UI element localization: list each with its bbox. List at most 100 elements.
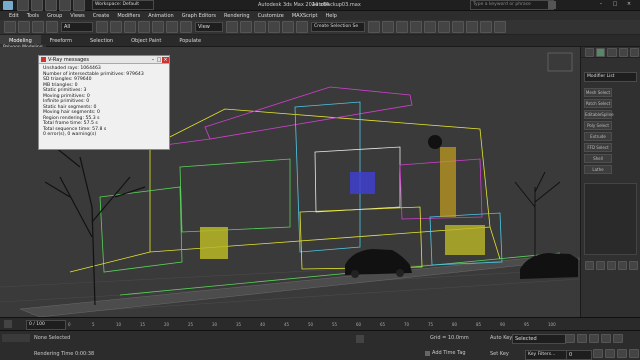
menu-item-animation[interactable]: Animation (144, 13, 178, 19)
lock-selection-icon[interactable] (356, 335, 364, 343)
orbit-icon[interactable] (605, 349, 615, 358)
add-time-tag[interactable]: Add Time Tag (425, 350, 466, 356)
angle-snap-icon[interactable] (254, 21, 266, 33)
workspace-dropdown[interactable]: Workspace: Default (92, 0, 154, 10)
unlink-icon[interactable] (46, 21, 58, 33)
open-file-icon[interactable] (31, 0, 43, 11)
scale-icon[interactable] (180, 21, 192, 33)
app-logo-icon[interactable] (3, 0, 13, 10)
redo-icon[interactable] (73, 0, 85, 11)
select-object-icon[interactable] (96, 21, 108, 33)
percent-snap-icon[interactable] (268, 21, 280, 33)
menu-item-group[interactable]: Group (43, 13, 66, 19)
menu-item-views[interactable]: Views (66, 13, 88, 19)
modifier-button-extrude[interactable]: Extrude (584, 132, 612, 141)
zoom-icon[interactable] (593, 349, 603, 358)
link-icon[interactable] (32, 21, 44, 33)
spinner-snap-icon[interactable] (282, 21, 294, 33)
search-icon[interactable] (548, 1, 556, 9)
show-end-result-icon[interactable] (596, 261, 605, 270)
material-editor-icon[interactable] (452, 21, 464, 33)
window-crossing-icon[interactable] (138, 21, 150, 33)
mirror-icon[interactable] (368, 21, 380, 33)
hierarchy-tab-icon[interactable] (607, 47, 617, 57)
modifier-button-lathe[interactable]: Lathe (584, 165, 612, 174)
current-frame-field[interactable]: 0 (566, 350, 592, 360)
modifier-button-patch-select[interactable]: Patch Select (584, 99, 612, 108)
rendered-frame-window-icon[interactable] (480, 21, 492, 33)
timeline[interactable]: 0 / 100 0 5 10 15 20 25 30 35 40 45 50 55 60 65 70 75 80… (0, 317, 640, 330)
save-file-icon[interactable] (45, 0, 57, 11)
align-icon[interactable] (382, 21, 394, 33)
schematic-view-icon[interactable] (438, 21, 450, 33)
selected-dropdown[interactable]: Selected (512, 334, 566, 344)
reference-coord-dropdown[interactable]: View (195, 22, 223, 32)
render-production-icon[interactable] (494, 21, 506, 33)
snap-icon[interactable] (240, 21, 252, 33)
modifier-button-poly-select[interactable]: Poly Select (584, 121, 612, 130)
pin-stack-icon[interactable] (585, 261, 594, 270)
named-selection-dropdown[interactable]: Create Selection Se (311, 22, 365, 32)
redo-icon[interactable] (18, 21, 30, 33)
make-unique-icon[interactable] (607, 261, 616, 270)
pivot-icon[interactable] (226, 21, 238, 33)
vray-messages-window[interactable]: V-Ray messages – □ × Unshaded rays: 1064… (38, 55, 170, 150)
menu-item-tools[interactable]: Tools (23, 13, 43, 19)
go-to-end-icon[interactable] (613, 334, 623, 343)
previous-frame-icon[interactable] (577, 334, 587, 343)
motion-tab-icon[interactable] (618, 47, 628, 57)
next-frame-icon[interactable] (601, 334, 611, 343)
display-tab-icon[interactable] (629, 47, 640, 57)
minimize-icon[interactable]: – (595, 1, 607, 9)
modifier-button-mesh-select[interactable]: Mesh Select (584, 88, 612, 97)
selection-filter-dropdown[interactable]: All (61, 22, 93, 32)
move-icon[interactable] (152, 21, 164, 33)
edit-named-selection-icon[interactable] (296, 21, 308, 33)
new-file-icon[interactable] (17, 0, 29, 11)
render-setup-icon[interactable] (466, 21, 478, 33)
menu-item-edit[interactable]: Edit (5, 13, 23, 19)
region-select-icon[interactable] (124, 21, 136, 33)
maximize-icon[interactable]: □ (609, 1, 621, 9)
go-to-start-icon[interactable] (565, 334, 575, 343)
configure-modifiers-icon[interactable] (629, 261, 638, 270)
modifier-button-ffd-select[interactable]: FFD Select (584, 143, 612, 152)
menu-item-maxscript[interactable]: MAXScript (288, 13, 322, 19)
modifier-button-shell[interactable]: Shell (584, 154, 612, 163)
modifier-button-editablespline[interactable]: EditableSpline (584, 110, 614, 119)
undo-icon[interactable] (4, 21, 16, 33)
modify-tab-icon[interactable] (596, 47, 606, 57)
mini-curve-editor-icon[interactable] (4, 320, 12, 328)
modifier-list-dropdown[interactable]: Modifier List (584, 72, 637, 82)
undo-icon[interactable] (59, 0, 71, 11)
menu-item-customize[interactable]: Customize (254, 13, 288, 19)
play-icon[interactable] (589, 334, 599, 343)
pan-icon[interactable] (617, 349, 627, 358)
menu-item-rendering[interactable]: Rendering (220, 13, 254, 19)
create-tab-icon[interactable] (585, 47, 595, 57)
close-icon[interactable]: × (623, 1, 635, 9)
maximize-viewport-icon[interactable] (629, 349, 639, 358)
menu-item-graph-editors[interactable]: Graph Editors (178, 13, 220, 19)
select-by-name-icon[interactable] (110, 21, 122, 33)
graphite-tools-icon[interactable] (410, 21, 422, 33)
set-key-label: Set Key (490, 351, 509, 357)
layer-manager-icon[interactable] (396, 21, 408, 33)
menu-item-help[interactable]: Help (322, 13, 341, 19)
tab-selection[interactable]: Selection (81, 35, 122, 47)
viewcube-icon[interactable] (547, 52, 573, 72)
remove-modifier-icon[interactable] (618, 261, 627, 270)
tab-freeform[interactable]: Freeform (41, 35, 81, 47)
rotate-icon[interactable] (166, 21, 178, 33)
timeline-tick-label: 75 (428, 322, 434, 327)
key-filters-button[interactable]: Key Filters... (525, 350, 567, 360)
curve-editor-icon[interactable] (424, 21, 436, 33)
close-icon[interactable]: × (162, 56, 169, 63)
tab-object-paint[interactable]: Object Paint (122, 35, 170, 47)
maxscript-listener-icon[interactable] (2, 334, 30, 342)
menu-item-modifiers[interactable]: Modifiers (113, 13, 144, 19)
tab-populate[interactable]: Populate (170, 35, 210, 47)
modifier-stack[interactable] (584, 183, 637, 255)
menu-item-create[interactable]: Create (89, 13, 114, 19)
search-input[interactable]: Type a keyword or phrase (470, 0, 554, 10)
